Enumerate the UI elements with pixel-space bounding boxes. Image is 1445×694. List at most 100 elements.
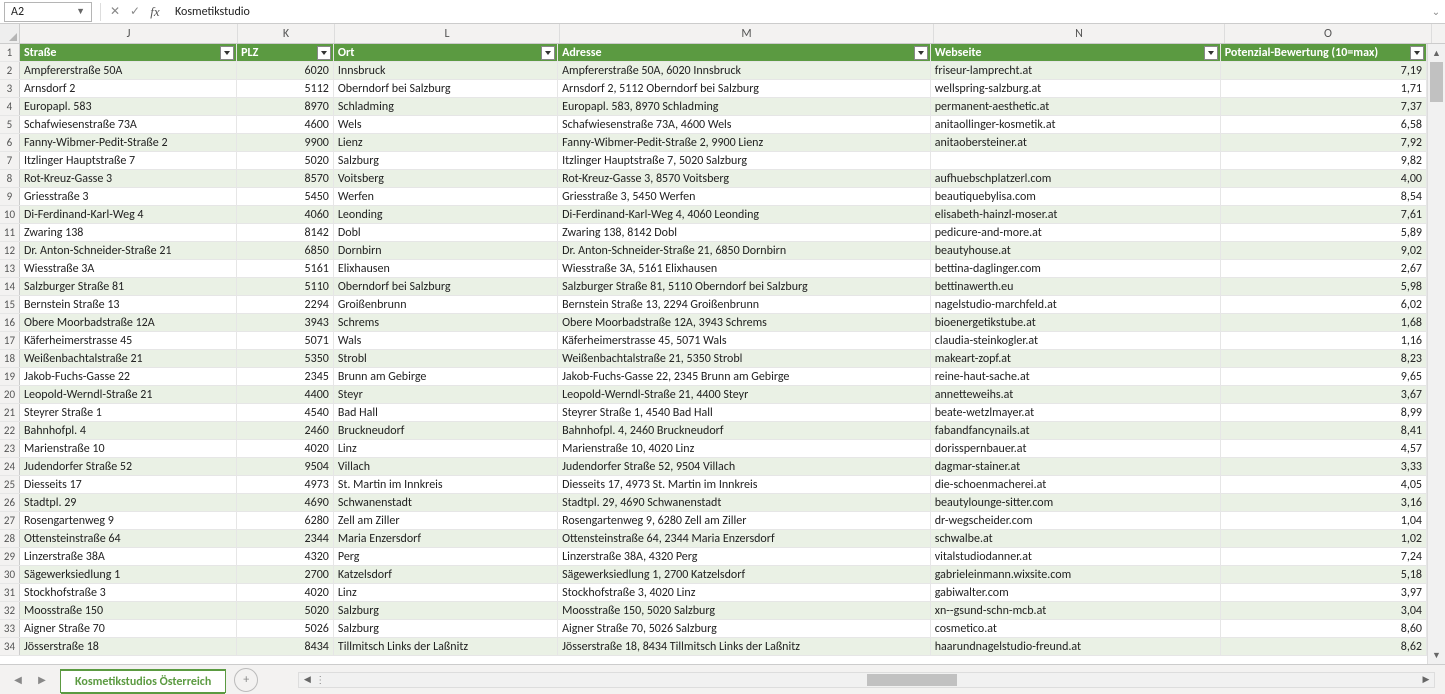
row-header[interactable]: 15 (0, 296, 20, 313)
col-header-M[interactable]: M (560, 24, 934, 43)
cell-strasse[interactable]: Ampfererstraße 50A (20, 62, 237, 79)
row-header[interactable]: 11 (0, 224, 20, 241)
cell-adresse[interactable]: Weißenbachtalstraße 21, 5350 Strobl (558, 350, 931, 367)
row-header[interactable]: 30 (0, 566, 20, 583)
cell-potenzial[interactable]: 5,18 (1221, 566, 1427, 583)
cell-adresse[interactable]: Di-Ferdinand-Karl-Weg 4, 4060 Leonding (558, 206, 931, 223)
cell-plz[interactable]: 2460 (237, 422, 334, 439)
cell-webseite[interactable]: beautylounge-sitter.com (931, 494, 1221, 511)
row-header[interactable]: 13 (0, 260, 20, 277)
scroll-thumb[interactable] (1430, 62, 1443, 102)
cell-potenzial[interactable]: 4,00 (1221, 170, 1427, 187)
cell-strasse[interactable]: Judendorfer Straße 52 (20, 458, 237, 475)
row-header[interactable]: 21 (0, 404, 20, 421)
cell-webseite[interactable]: makeart-zopf.at (931, 350, 1221, 367)
filter-icon[interactable] (541, 46, 555, 60)
cell-potenzial[interactable]: 7,24 (1221, 548, 1427, 565)
cell-webseite[interactable]: gabrieleinmann.wixsite.com (931, 566, 1221, 583)
cell-adresse[interactable]: Zwaring 138, 8142 Dobl (558, 224, 931, 241)
expand-formula-icon[interactable]: ⌄ (1427, 5, 1445, 18)
cell-webseite[interactable]: dr-wegscheider.com (931, 512, 1221, 529)
row-header[interactable]: 9 (0, 188, 20, 205)
cell-potenzial[interactable]: 3,97 (1221, 584, 1427, 601)
row-header[interactable]: 14 (0, 278, 20, 295)
cell-plz[interactable]: 4400 (237, 386, 334, 403)
cell-plz[interactable]: 5071 (237, 332, 334, 349)
cell-plz[interactable]: 8570 (237, 170, 334, 187)
cell-adresse[interactable]: Wiesstraße 3A, 5161 Elixhausen (558, 260, 931, 277)
row-header[interactable]: 32 (0, 602, 20, 619)
row-header[interactable]: 1 (0, 44, 20, 61)
row-header[interactable]: 34 (0, 638, 20, 655)
row-header[interactable]: 16 (0, 314, 20, 331)
cell-webseite[interactable]: permanent-aesthetic.at (931, 98, 1221, 115)
cell-potenzial[interactable]: 1,16 (1221, 332, 1427, 349)
cell-ort[interactable]: Lienz (334, 134, 558, 151)
cell-adresse[interactable]: Moosstraße 150, 5020 Salzburg (558, 602, 931, 619)
cell-ort[interactable]: Leonding (334, 206, 558, 223)
cell-webseite[interactable]: elisabeth-hainzl-moser.at (931, 206, 1221, 223)
add-sheet-button[interactable]: + (234, 668, 258, 692)
cell-plz[interactable]: 2344 (237, 530, 334, 547)
cell-adresse[interactable]: Rosengartenweg 9, 6280 Zell am Ziller (558, 512, 931, 529)
cell-webseite[interactable]: annetteweihs.at (931, 386, 1221, 403)
cell-potenzial[interactable]: 1,02 (1221, 530, 1427, 547)
cell-webseite[interactable]: beautyhouse.at (931, 242, 1221, 259)
header-plz[interactable]: PLZ (237, 44, 334, 61)
row-header[interactable]: 33 (0, 620, 20, 637)
filter-icon[interactable] (220, 46, 234, 60)
cell-strasse[interactable]: Jösserstraße 18 (20, 638, 237, 655)
cell-strasse[interactable]: Griesstraße 3 (20, 188, 237, 205)
cell-potenzial[interactable]: 8,41 (1221, 422, 1427, 439)
cell-plz[interactable]: 4020 (237, 584, 334, 601)
cancel-icon[interactable]: ✕ (105, 2, 125, 22)
cell-ort[interactable]: Bruckneudorf (334, 422, 558, 439)
cell-ort[interactable]: Salzburg (334, 152, 558, 169)
cell-plz[interactable]: 8434 (237, 638, 334, 655)
cell-adresse[interactable]: Schafwiesenstraße 73A, 4600 Wels (558, 116, 931, 133)
cell-plz[interactable]: 5020 (237, 152, 334, 169)
cell-strasse[interactable]: Stadtpl. 29 (20, 494, 237, 511)
cell-ort[interactable]: St. Martin im Innkreis (334, 476, 558, 493)
cell-potenzial[interactable]: 3,04 (1221, 602, 1427, 619)
cell-adresse[interactable]: Itzlinger Hauptstraße 7, 5020 Salzburg (558, 152, 931, 169)
cell-ort[interactable]: Bad Hall (334, 404, 558, 421)
cell-webseite[interactable]: die-schoenmacherei.at (931, 476, 1221, 493)
cell-potenzial[interactable]: 4,57 (1221, 440, 1427, 457)
cell-potenzial[interactable]: 1,04 (1221, 512, 1427, 529)
hscroll-thumb[interactable] (867, 674, 957, 686)
cell-adresse[interactable]: Judendorfer Straße 52, 9504 Villach (558, 458, 931, 475)
select-all-corner[interactable] (0, 24, 20, 43)
cell-ort[interactable]: Schladming (334, 98, 558, 115)
cell-strasse[interactable]: Marienstraße 10 (20, 440, 237, 457)
cell-webseite[interactable]: bettina-daglinger.com (931, 260, 1221, 277)
cell-potenzial[interactable]: 3,33 (1221, 458, 1427, 475)
cell-ort[interactable]: Katzelsdorf (334, 566, 558, 583)
col-header-K[interactable]: K (238, 24, 335, 43)
cell-potenzial[interactable]: 8,99 (1221, 404, 1427, 421)
tab-prev-icon[interactable]: ◀ (14, 673, 22, 686)
row-header[interactable]: 10 (0, 206, 20, 223)
cell-webseite[interactable]: schwalbe.at (931, 530, 1221, 547)
scroll-up-icon[interactable]: ▲ (1428, 44, 1445, 62)
cell-plz[interactable]: 4540 (237, 404, 334, 421)
cell-webseite[interactable]: wellspring-salzburg.at (931, 80, 1221, 97)
cell-potenzial[interactable]: 6,58 (1221, 116, 1427, 133)
cell-plz[interactable]: 6020 (237, 62, 334, 79)
col-header-O[interactable]: O (1225, 24, 1432, 43)
cell-webseite[interactable]: beautiquebylisa.com (931, 188, 1221, 205)
filter-icon[interactable] (914, 46, 928, 60)
cell-plz[interactable]: 5450 (237, 188, 334, 205)
cell-plz[interactable]: 3943 (237, 314, 334, 331)
row-header[interactable]: 6 (0, 134, 20, 151)
cell-adresse[interactable]: Marienstraße 10, 4020 Linz (558, 440, 931, 457)
row-header[interactable]: 7 (0, 152, 20, 169)
row-header[interactable]: 27 (0, 512, 20, 529)
cell-plz[interactable]: 5112 (237, 80, 334, 97)
cell-webseite[interactable] (931, 152, 1221, 169)
row-header[interactable]: 23 (0, 440, 20, 457)
cell-adresse[interactable]: Fanny-Wibmer-Pedit-Straße 2, 9900 Lienz (558, 134, 931, 151)
cell-plz[interactable]: 6280 (237, 512, 334, 529)
row-header[interactable]: 31 (0, 584, 20, 601)
cell-webseite[interactable]: xn--gsund-schn-mcb.at (931, 602, 1221, 619)
